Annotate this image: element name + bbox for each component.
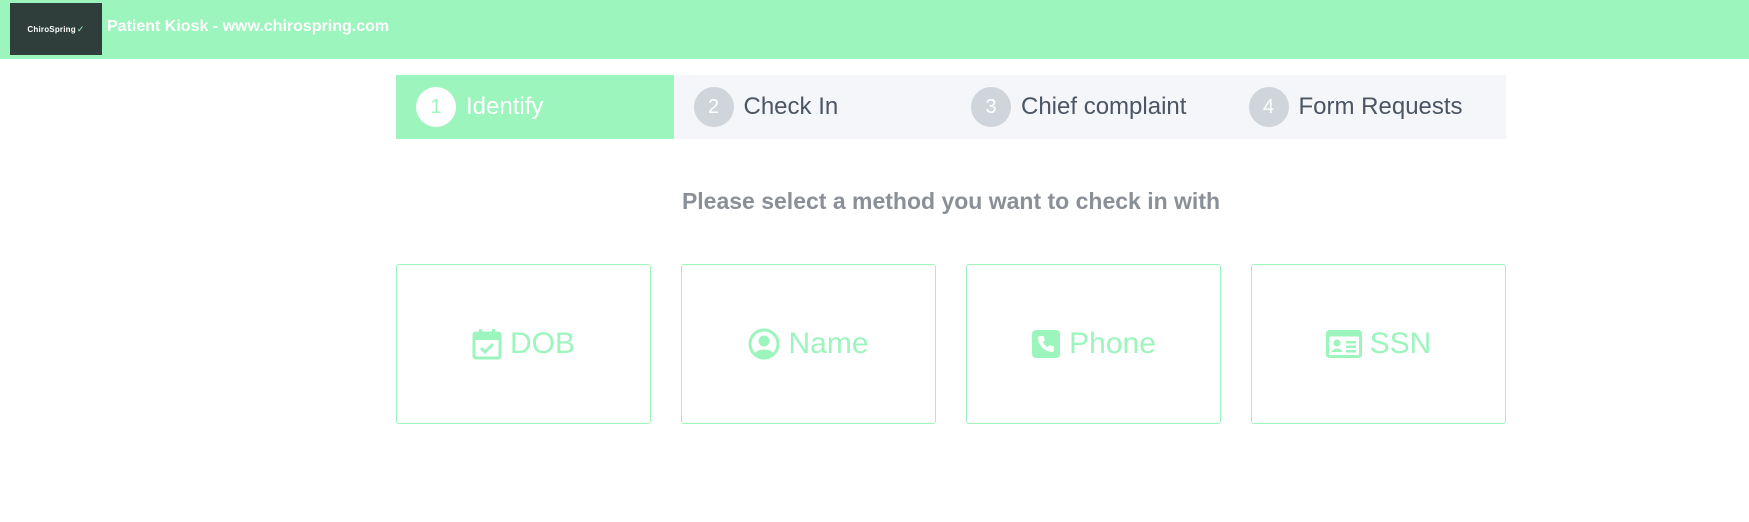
method-label: SSN	[1369, 327, 1432, 360]
step-label: Check In	[743, 93, 839, 120]
step-number: 1	[416, 87, 456, 127]
step-number: 4	[1248, 87, 1289, 127]
logo-tick-icon: ✓	[76, 23, 85, 34]
step-label: Form Requests	[1298, 93, 1463, 120]
method-prompt: Please select a method you want to check…	[681, 188, 1221, 214]
dob-method-button[interactable]: DOB	[396, 264, 651, 424]
logo: ChiroSpring ✓	[10, 3, 102, 55]
step-identify: 1 Identify	[396, 75, 674, 139]
method-label: Name	[788, 327, 869, 360]
phone-method-button[interactable]: Phone	[966, 264, 1221, 424]
step-check-in: 2 Check In	[674, 75, 952, 139]
id-card-icon	[1325, 330, 1362, 358]
step-progress-bar: 1 Identify 2 Check In 3 Chief complaint …	[396, 75, 1506, 139]
step-number: 3	[971, 87, 1011, 127]
step-number: 2	[693, 87, 734, 127]
method-label: DOB	[509, 327, 575, 360]
name-method-button[interactable]: Name	[681, 264, 936, 424]
app-title: Patient Kiosk - www.chirospring.com	[107, 18, 390, 35]
logo-text: ChiroSpring	[27, 24, 76, 34]
method-options: DOB Name Phone SSN	[396, 264, 1506, 424]
step-label: Chief complaint	[1021, 93, 1187, 120]
method-label: Phone	[1069, 327, 1156, 360]
calendar-check-icon	[472, 329, 502, 360]
step-label: Identify	[466, 93, 544, 120]
step-chief-complaint: 3 Chief complaint	[951, 75, 1229, 139]
user-circle-icon	[748, 328, 780, 360]
step-form-requests: 4 Form Requests	[1229, 75, 1507, 139]
phone-square-icon	[1032, 330, 1061, 358]
top-bar: ChiroSpring ✓ Patient Kiosk - www.chirosp…	[0, 0, 1749, 59]
ssn-method-button[interactable]: SSN	[1251, 264, 1506, 424]
